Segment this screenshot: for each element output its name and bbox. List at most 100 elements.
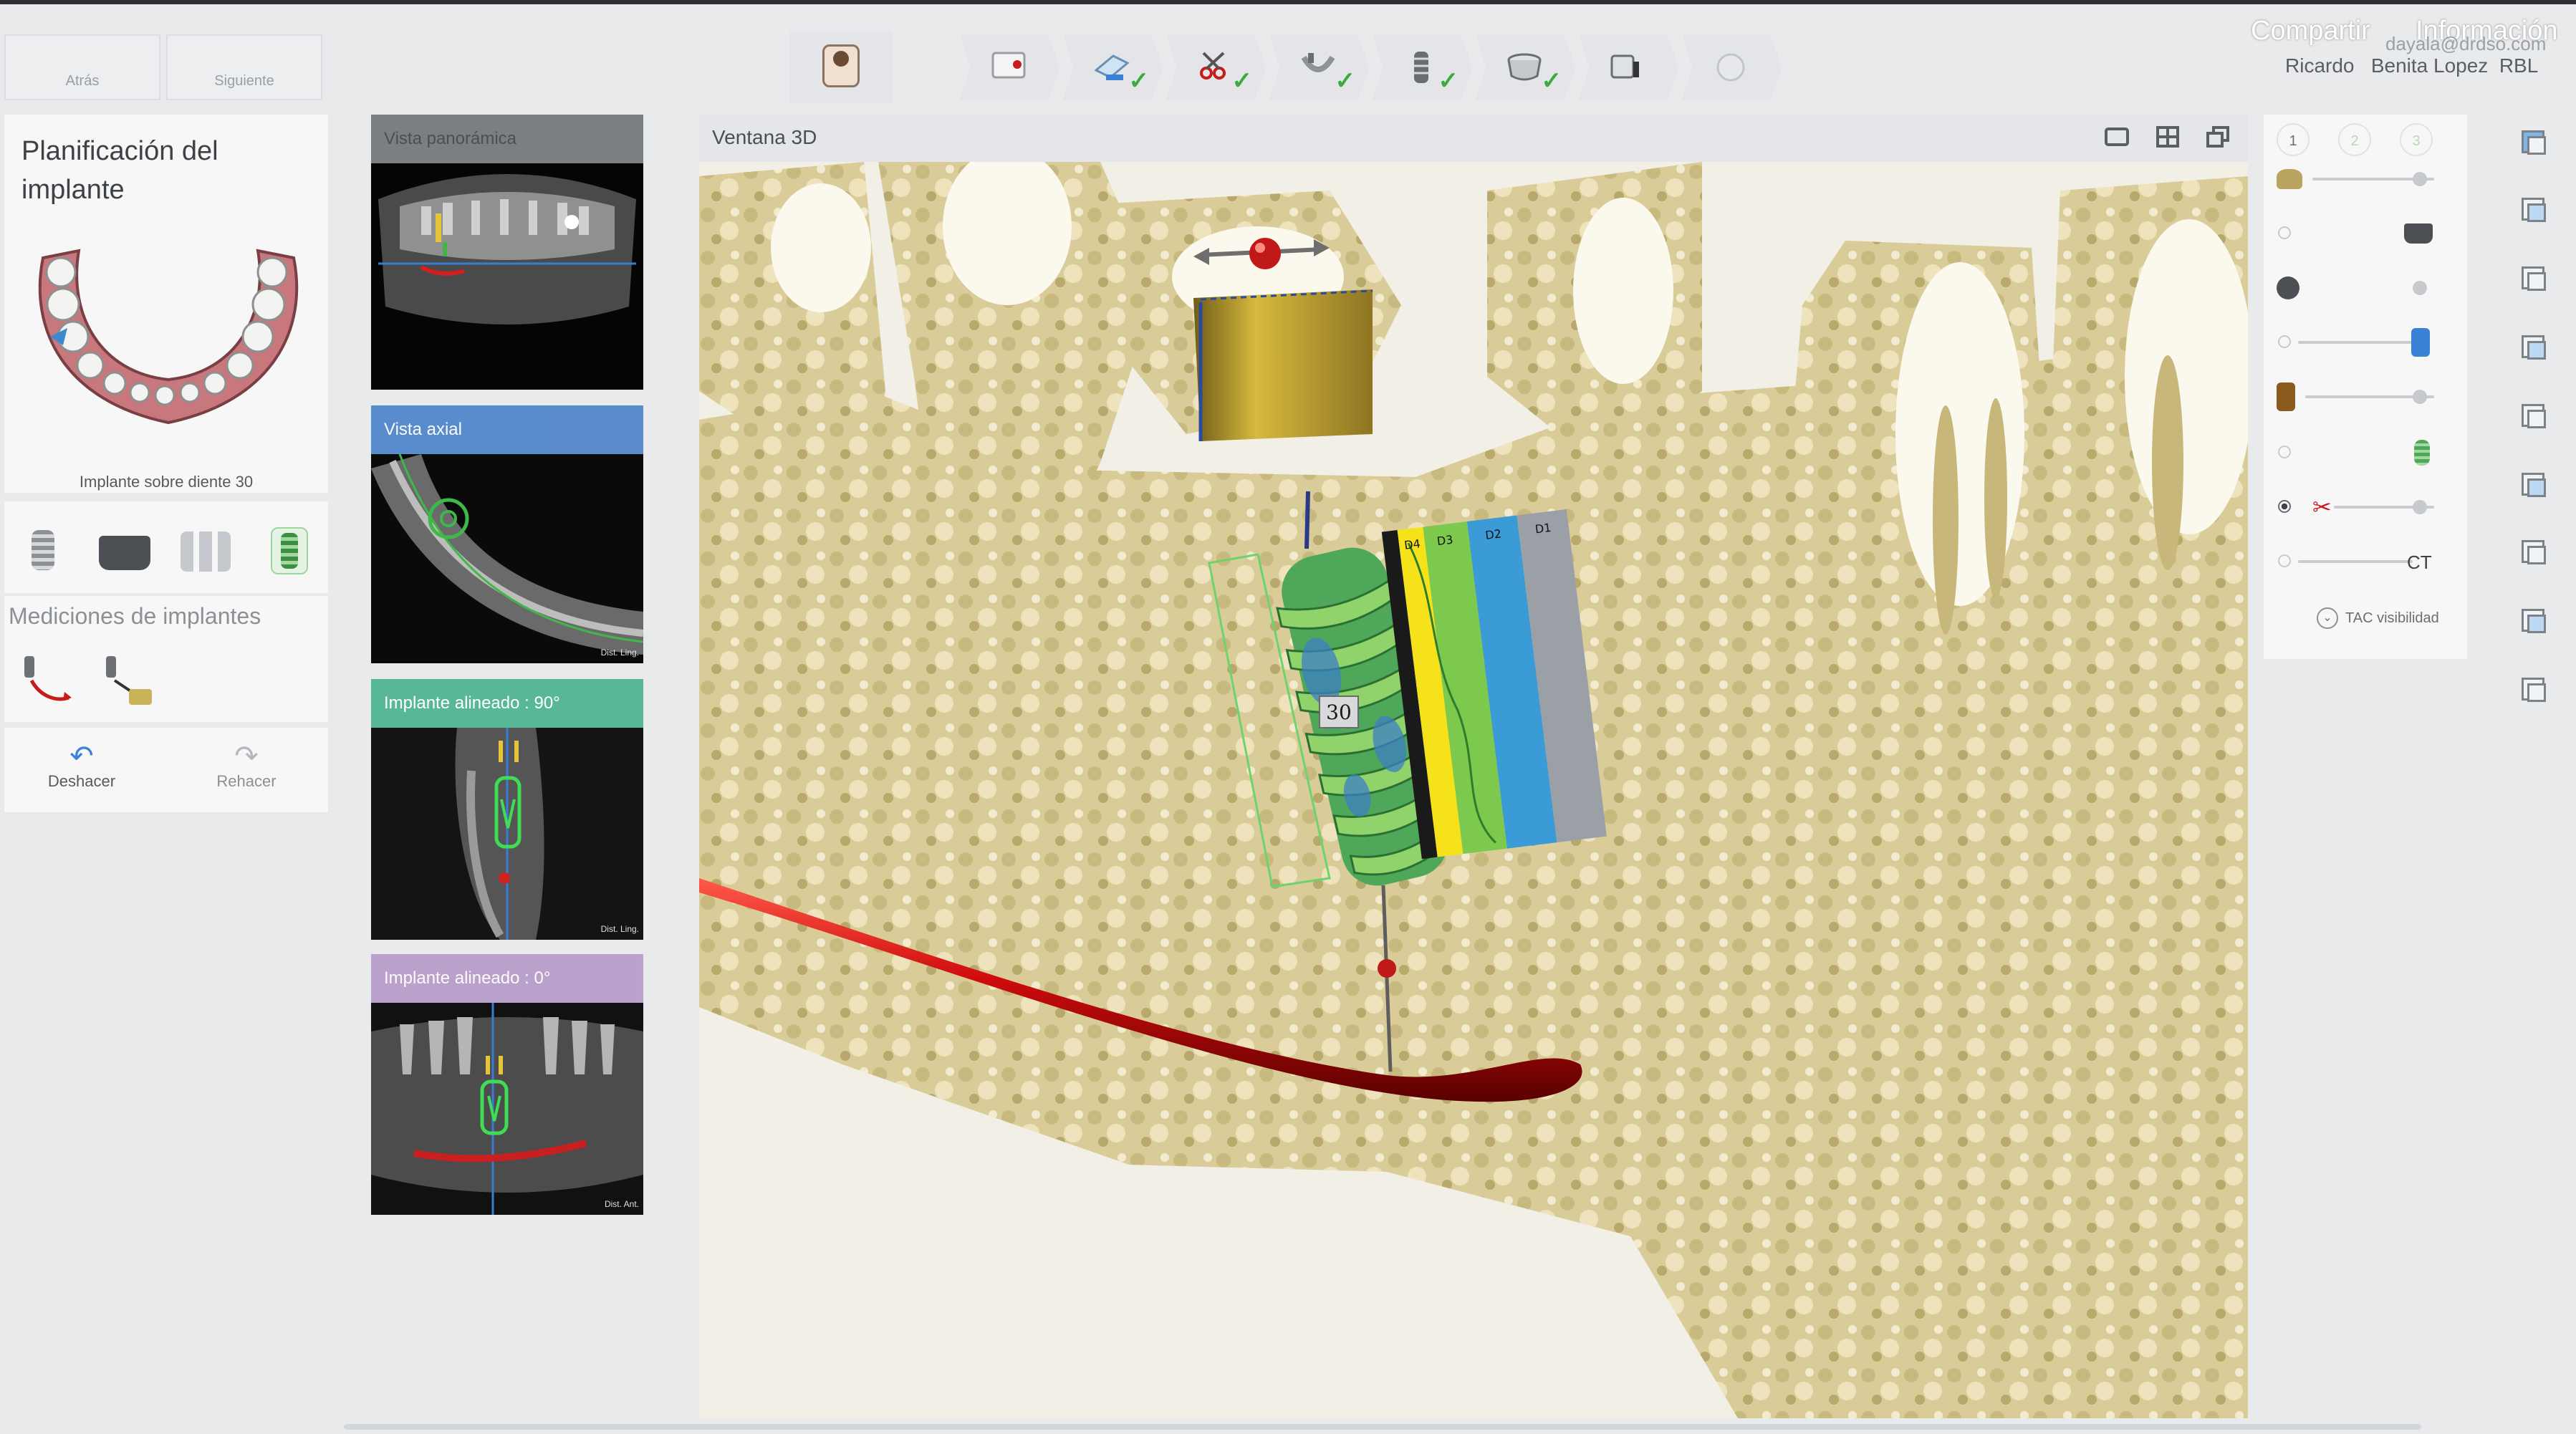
next-label: Siguiente xyxy=(214,73,274,89)
bone-opacity-slider[interactable] xyxy=(2277,382,2441,411)
view-right-icon[interactable] xyxy=(2516,332,2550,367)
panoramic-image xyxy=(371,163,643,390)
mandible-layer-row[interactable] xyxy=(2277,274,2441,302)
workflow-step-export[interactable] xyxy=(1682,34,1782,100)
view-front-icon[interactable] xyxy=(2516,127,2550,162)
chevron-down-icon: ⌄ xyxy=(2317,607,2338,629)
step-complete-check-icon: ✓ xyxy=(1128,67,1150,95)
aligned-90-title: Implante alineado : 90° xyxy=(371,679,643,728)
view-back-icon[interactable] xyxy=(2516,195,2550,229)
implant-opacity-slider[interactable] xyxy=(2277,328,2441,357)
step-complete-check-icon: ✓ xyxy=(1438,67,1459,95)
density-label-d4: D4 xyxy=(1403,536,1421,552)
ct-layer-radio[interactable] xyxy=(2278,554,2291,567)
axial-orientation-tag: Dist. Ling. xyxy=(600,648,639,658)
mandible-layer-icon xyxy=(2277,276,2299,299)
title-strip xyxy=(0,0,2576,4)
distance-measure-icon[interactable] xyxy=(19,652,76,709)
workflow-step-jaw[interactable]: ✓ xyxy=(1269,34,1370,100)
panoramic-view-title: Vista panorámica xyxy=(371,115,643,163)
step-complete-check-icon: ✓ xyxy=(1231,67,1253,95)
guide-layer-radio[interactable] xyxy=(2278,226,2291,239)
workflow-step-implant[interactable]: ✓ xyxy=(1373,34,1473,100)
nerve-layer-row[interactable] xyxy=(2277,438,2441,467)
bone-layer-icon xyxy=(2277,382,2295,411)
redo-button[interactable]: ↷ Rehacer xyxy=(203,741,289,805)
back-label: Atrás xyxy=(65,73,100,89)
viewport-3d[interactable]: 30 D4 D3 D2 D1 xyxy=(699,162,2248,1418)
implant-icon xyxy=(1414,52,1428,83)
arch-illustration xyxy=(38,249,299,425)
maximize-icon[interactable] xyxy=(2206,126,2229,148)
export-icon xyxy=(1716,53,1745,82)
guide-layer-icon xyxy=(2404,223,2433,244)
view-left-icon[interactable] xyxy=(2516,264,2550,298)
camera-icon[interactable] xyxy=(2516,606,2550,640)
undo-icon: ↶ xyxy=(69,741,94,772)
cut-opacity-slider[interactable]: ✂ xyxy=(2277,493,2441,521)
aligned-0-orientation-tag: Dist. Ant. xyxy=(604,1199,639,1209)
next-button[interactable]: Siguiente xyxy=(166,34,322,100)
undo-label: Deshacer xyxy=(47,772,116,790)
reset-view-icon[interactable] xyxy=(2516,675,2550,709)
angle-measure-icon[interactable] xyxy=(100,652,158,709)
view-bottom-icon[interactable] xyxy=(2516,470,2550,504)
redo-label: Rehacer xyxy=(216,772,277,790)
guide-layer-row[interactable] xyxy=(2277,219,2441,248)
screenshot-icon[interactable] xyxy=(2105,127,2129,146)
layout-grid-icon[interactable] xyxy=(2156,126,2179,148)
back-button[interactable]: Atrás xyxy=(4,34,160,100)
axial-image: Dist. Ling. xyxy=(371,454,643,663)
layer-tab-2[interactable]: 2 xyxy=(2338,123,2371,156)
scan-icon xyxy=(1094,54,1130,80)
measurements-title: Mediciones de implantes xyxy=(9,603,261,629)
ct-label: CT xyxy=(2407,552,2432,573)
workflow-step-scan[interactable]: ✓ xyxy=(1063,34,1163,100)
segmentation-icon xyxy=(1200,52,1226,80)
horizontal-scrollbar[interactable] xyxy=(344,1424,2421,1430)
jaw-icon xyxy=(1301,53,1335,72)
undo-button[interactable]: ↶ Deshacer xyxy=(39,741,125,805)
user-email: dayala@drdso.com xyxy=(2385,33,2547,54)
tac-label: TAC visibilidad xyxy=(2345,610,2439,626)
cut-layer-radio[interactable] xyxy=(2278,500,2291,513)
panoramic-view[interactable]: Vista panorámica xyxy=(371,115,643,390)
window-3d-header: Ventana 3D xyxy=(699,115,2248,162)
redo-icon: ↷ xyxy=(234,741,259,772)
axial-view[interactable]: Vista axial Dist. Ling. xyxy=(371,405,643,663)
density-label-d1: D1 xyxy=(1534,521,1552,536)
measurements-panel: Mediciones de implantes xyxy=(4,596,328,722)
aligned-90-image: Dist. Ling. xyxy=(371,728,643,940)
layer-tab-3[interactable]: 3 xyxy=(2400,123,2433,156)
patient-step[interactable] xyxy=(789,32,893,103)
selected-implant-icon xyxy=(281,533,298,569)
window-3d-title: Ventana 3D xyxy=(712,126,817,148)
axial-view-title: Vista axial xyxy=(371,405,643,454)
teeth-opacity-slider[interactable] xyxy=(2277,165,2441,193)
density-label-d2: D2 xyxy=(1484,526,1502,542)
abutment-tool[interactable] xyxy=(99,536,150,570)
nerve-layer-icon xyxy=(2414,440,2430,466)
implant-tool[interactable] xyxy=(32,530,54,570)
share-button[interactable]: Compartir xyxy=(2251,16,2370,47)
ct-opacity-slider[interactable]: CT xyxy=(2277,547,2441,576)
aligned-90-view[interactable]: Implante alineado : 90° Dist. Ling. xyxy=(371,679,643,940)
aligned-0-image: Dist. Ant. xyxy=(371,1003,643,1215)
workflow-step-sleeve[interactable]: ✓ xyxy=(1476,34,1576,100)
multi-implant-tool[interactable] xyxy=(181,531,231,572)
workflow-step-prescription[interactable] xyxy=(960,34,1060,100)
selected-implant-tool[interactable] xyxy=(271,527,308,574)
view-top-icon[interactable] xyxy=(2516,401,2550,436)
nerve-layer-radio[interactable] xyxy=(2278,446,2291,458)
patient-icon xyxy=(822,44,860,87)
layer-tab-1[interactable]: 1 xyxy=(2277,123,2310,156)
workflow-step-guide[interactable] xyxy=(1579,34,1679,100)
implant-caption: Implante sobre diente 30 xyxy=(79,473,254,491)
aligned-0-view[interactable]: Implante alineado : 0° Dist. Ant. xyxy=(371,954,643,1215)
prescription-icon xyxy=(991,52,1026,79)
density-label-d3: D3 xyxy=(1436,533,1454,549)
workflow-step-segmentation[interactable]: ✓ xyxy=(1166,34,1267,100)
implant-opacity-knob[interactable] xyxy=(2411,328,2430,357)
implant-layer-radio[interactable] xyxy=(2278,335,2291,348)
view-iso-icon[interactable] xyxy=(2516,537,2550,572)
